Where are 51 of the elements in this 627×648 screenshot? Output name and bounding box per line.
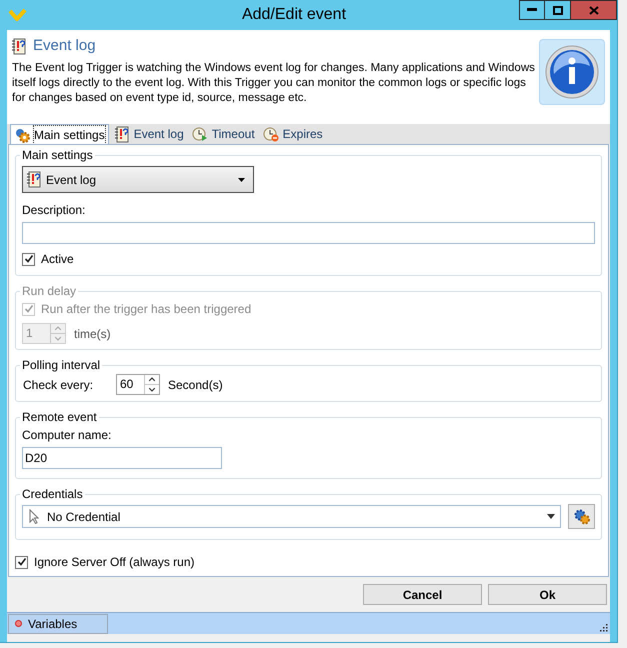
minimize-button[interactable] <box>519 0 545 20</box>
maximize-button[interactable] <box>545 0 571 20</box>
trigger-type-dropdown[interactable]: Event log <box>22 166 254 193</box>
clock-icon <box>262 126 279 142</box>
close-button[interactable] <box>571 0 617 20</box>
dropdown-arrow-icon <box>547 514 555 519</box>
status-dot-icon <box>15 620 22 627</box>
cursor-icon <box>29 509 39 524</box>
group-title: Main settings <box>21 147 94 164</box>
dialog-button[interactable]: Cancel <box>363 584 482 605</box>
clock-icon <box>192 126 208 142</box>
dropdown-arrow-icon <box>238 178 245 182</box>
app-logo-icon <box>9 8 27 22</box>
field-label: Description: <box>22 202 86 219</box>
number-spinner[interactable]: 60 <box>116 374 160 395</box>
variables-tab[interactable]: Variables <box>8 614 108 634</box>
dialog-button[interactable]: Ok <box>488 584 607 605</box>
group-title: Polling interval <box>21 357 102 374</box>
maximize-icon <box>552 6 562 14</box>
group-title: Credentials <box>21 486 84 503</box>
tab[interactable]: Expires <box>260 124 326 144</box>
resize-grip-icon <box>599 623 608 632</box>
header-description: The Event log Trigger is watching the Windows event log for changes. Many applications and Windows itself logs directly to the event log. With this Trigger you can monitor the common logs or specific logs for changes based on event type id, source, message etc. <box>11 60 536 106</box>
down-arrow-icon[interactable] <box>145 384 159 394</box>
unit-label: Second(s) <box>168 376 223 394</box>
checkbox[interactable] <box>22 252 35 266</box>
field-label: Computer name: <box>22 427 112 444</box>
event-log-icon <box>11 38 27 55</box>
checkbox-label: Ignore Server Off (always run) <box>34 554 195 571</box>
info-icon <box>544 44 600 100</box>
checkbox[interactable] <box>15 556 28 568</box>
tab[interactable]: Timeout <box>188 124 258 144</box>
gear-icon <box>572 508 590 524</box>
group-title: Run delay <box>21 283 78 300</box>
window-title: Add/Edit event <box>240 5 348 25</box>
computer-name-field[interactable]: D20 <box>22 447 222 469</box>
credential-dropdown[interactable]: No Credential <box>22 505 561 528</box>
group-title: Remote event <box>21 409 98 426</box>
field-label: Check every: <box>22 376 94 394</box>
description-field[interactable] <box>22 222 595 244</box>
checkbox-label: Active <box>41 251 74 268</box>
settings-button[interactable] <box>568 504 595 529</box>
minimize-icon <box>527 8 537 12</box>
tab[interactable]: Event log <box>110 124 187 144</box>
event-log-icon <box>26 171 42 188</box>
close-icon <box>588 6 598 14</box>
event-log-icon <box>114 126 130 142</box>
unit-label: time(s) <box>74 326 111 342</box>
checkbox-label: Run after the trigger has been triggered <box>41 301 252 318</box>
tab[interactable]: Main settings <box>10 124 109 144</box>
header-title: Event log <box>33 36 96 56</box>
